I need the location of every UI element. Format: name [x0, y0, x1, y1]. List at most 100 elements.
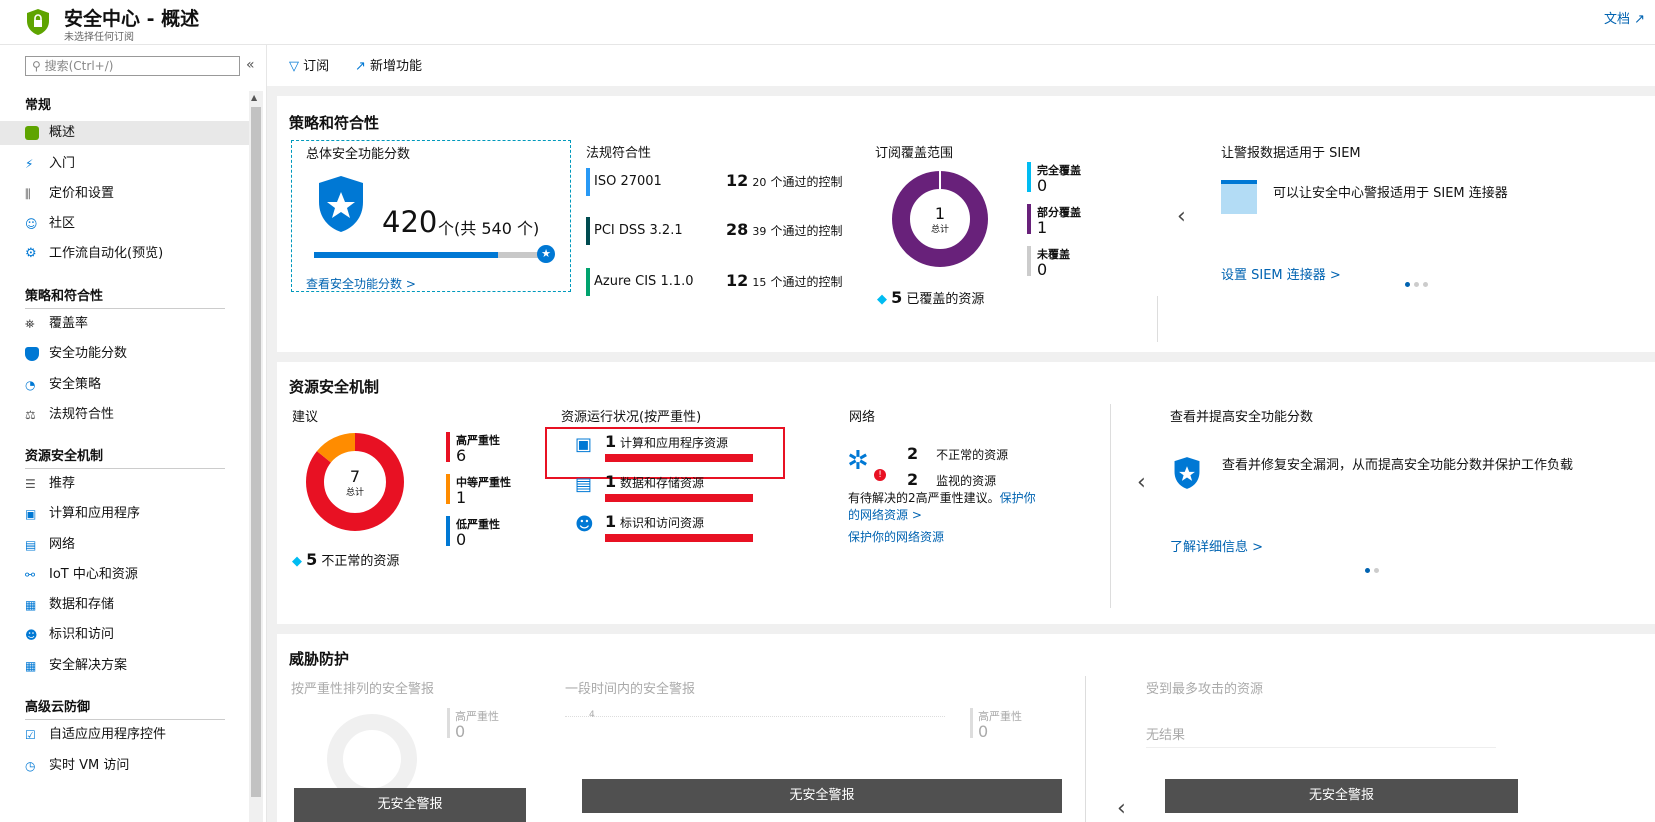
score-progress-fill: [314, 252, 499, 258]
filter-icon: ▽: [289, 59, 299, 74]
title-bar: 安全中心 - 概述 未选择任何订阅 文档 ↗: [0, 0, 1655, 45]
sidebar-item-regulatory[interactable]: ⚖ 法规符合性: [25, 403, 245, 427]
subscription-filter-button[interactable]: ▽ 订阅: [289, 55, 329, 74]
resource-health-label: 1 数据和存储资源: [605, 472, 704, 491]
carousel-prev-icon[interactable]: ‹: [1117, 796, 1126, 821]
sidebar-item-label: 入门: [49, 156, 76, 171]
sidebar-item-adaptive-controls[interactable]: ☑ 自适应应用程序控件: [25, 723, 245, 747]
sidebar-item-label: 定价和设置: [49, 186, 115, 201]
sidebar-item-coverage[interactable]: ⛯ 覆盖率: [25, 312, 245, 336]
search-input[interactable]: ⚲ 搜索(Ctrl+/): [25, 56, 240, 76]
page-subtitle: 未选择任何订阅: [64, 32, 134, 43]
legend-value: 1: [1037, 218, 1048, 237]
search-icon: ⚲: [32, 59, 41, 73]
resource-count: 1: [605, 432, 617, 451]
sidebar-item-label: 安全功能分数: [49, 346, 128, 361]
sidebar-scroll-thumb[interactable]: [251, 107, 261, 797]
passed-count: 12: [726, 171, 749, 190]
protect-network-link[interactable]: 保护你的网络资源: [848, 528, 944, 545]
divider: [25, 308, 225, 309]
compliance-row[interactable]: ISO 27001 12 20 个通过的控制: [586, 168, 846, 196]
sidebar-item-label: 推荐: [49, 476, 76, 491]
sidebar-item-overview[interactable]: 概述: [0, 121, 249, 145]
high-severity-value: 0: [978, 722, 989, 741]
cube-icon: ◆: [877, 292, 887, 307]
shield-star-icon: [319, 176, 363, 232]
resource-health-row[interactable]: ☻ 1 标识和访问资源: [575, 512, 775, 544]
iot-icon: ⚯: [25, 567, 36, 582]
recs-total-label: 总计: [345, 488, 364, 498]
grid-icon: ▦: [25, 658, 37, 673]
total-count: 20: [752, 176, 767, 189]
search-placeholder: 搜索(Ctrl+/): [44, 59, 114, 73]
network-heading: 网络: [849, 410, 876, 425]
sidebar-item-iot[interactable]: ⚯ IoT 中心和资源: [25, 563, 245, 587]
siem-link[interactable]: 设置 SIEM 连接器 >: [1221, 264, 1341, 283]
policy-compliance-panel: 策略和符合性 总体安全功能分数 420 个(共 540 个) ★ 查看安全功能分…: [277, 96, 1655, 352]
sidebar-item-jit-vm[interactable]: ◷ 实时 VM 访问: [25, 754, 245, 778]
compliance-row[interactable]: PCI DSS 3.2.1 28 39 个通过的控制: [586, 217, 846, 245]
legend-value: 0: [1037, 176, 1048, 195]
shield-star-icon: [1174, 457, 1200, 489]
clock-icon: ◷: [25, 758, 36, 773]
storage-resource-icon: ▤: [575, 474, 593, 495]
sidebar-item-secure-score[interactable]: 安全功能分数: [25, 342, 245, 366]
alerts-by-severity-heading: 按严重性排列的安全警报: [291, 682, 435, 697]
sidebar-item-data-storage[interactable]: ▦ 数据和存储: [25, 593, 245, 617]
compliance-row[interactable]: Azure CIS 1.1.0 12 15 个通过的控制: [586, 268, 846, 296]
carousel-dots[interactable]: [1405, 276, 1432, 291]
view-secure-score-link[interactable]: 查看安全功能分数 >: [306, 275, 416, 292]
resource-security-panel: 资源安全机制 建议 7 总计 ◆ 5 不正常的资源 高严重性 6 中等严重性 1 低严重…: [277, 362, 1655, 624]
recs-total: 7: [349, 467, 361, 486]
identity-resource-icon: ☻: [575, 514, 594, 535]
sidebar-item-workflow[interactable]: ⚙ 工作流自动化(预览): [25, 242, 245, 266]
app-control-icon: ☑: [25, 727, 36, 742]
shield-icon: [25, 346, 39, 361]
resource-count: 1: [605, 512, 617, 531]
carousel-dots[interactable]: [1365, 562, 1383, 577]
identity-icon: ☻: [25, 627, 38, 642]
coverage-resources-count: 5: [891, 288, 903, 307]
legend-color-bar: [446, 432, 450, 462]
score-star-icon: ★: [537, 245, 555, 263]
cube-icon: ◆: [292, 554, 302, 569]
tile-heading: 总体安全功能分数: [306, 147, 411, 162]
resource-health-row[interactable]: ▤ 1 数据和存储资源: [575, 472, 775, 504]
sidebar-item-getting-started[interactable]: ⚡ 入门: [25, 152, 245, 176]
learn-more-link[interactable]: 了解详细信息 >: [1170, 536, 1263, 555]
sidebar-item-label: 工作流自动化(预览): [49, 246, 164, 261]
siem-heading: 让警报数据适用于 SIEM: [1221, 146, 1361, 161]
scroll-up-arrow-icon[interactable]: ▲: [251, 93, 257, 102]
sidebar-item-solutions[interactable]: ▦ 安全解决方案: [25, 654, 245, 678]
gear-icon: ⚙: [25, 245, 37, 261]
improve-heading: 查看并提高安全功能分数: [1170, 410, 1314, 425]
sidebar-item-recommendations[interactable]: ☰ 推荐: [25, 472, 245, 496]
network-unhealthy-count: 2: [907, 444, 919, 463]
severity-bar: [605, 454, 753, 462]
sidebar-item-compute[interactable]: ▣ 计算和应用程序: [25, 502, 245, 526]
coverage-resources-label: 已覆盖的资源: [906, 292, 985, 307]
sidebar-item-identity[interactable]: ☻ 标识和访问: [25, 623, 245, 647]
compliance-color-bar: [586, 217, 590, 245]
carousel-prev-icon[interactable]: ‹: [1177, 204, 1186, 229]
resource-label: 标识和访问资源: [619, 516, 704, 530]
passed-controls: 12 15 个通过的控制: [726, 271, 843, 290]
secure-score-tile[interactable]: 总体安全功能分数 420 个(共 540 个) ★ 查看安全功能分数 >: [291, 140, 571, 292]
sidebar-item-network[interactable]: ▤ 网络: [25, 533, 245, 557]
panel-title: 策略和符合性: [289, 114, 380, 132]
collapse-sidebar-button[interactable]: «: [246, 57, 255, 73]
network-icon: ▤: [25, 537, 37, 552]
sidebar-item-label: 实时 VM 访问: [49, 758, 130, 773]
legend-value: 1: [456, 488, 467, 507]
sidebar-item-pricing[interactable]: ⫼ 定价和设置: [25, 182, 245, 206]
sidebar-item-label: 法规符合性: [49, 407, 115, 422]
docs-link[interactable]: 文档 ↗: [1604, 8, 1645, 27]
sidebar-item-community[interactable]: ☺ 社区: [25, 212, 245, 236]
whats-new-button[interactable]: ↗ 新增功能: [355, 55, 422, 74]
compliance-heading: 法规符合性: [586, 146, 652, 161]
legend-bar: [970, 708, 973, 738]
page-title: 安全中心 - 概述: [64, 8, 200, 30]
resource-health-row[interactable]: ▣ 1 计算和应用程序资源: [575, 432, 775, 464]
carousel-prev-icon[interactable]: ‹: [1137, 470, 1146, 495]
sidebar-item-security-policy[interactable]: ◔ 安全策略: [25, 373, 245, 397]
